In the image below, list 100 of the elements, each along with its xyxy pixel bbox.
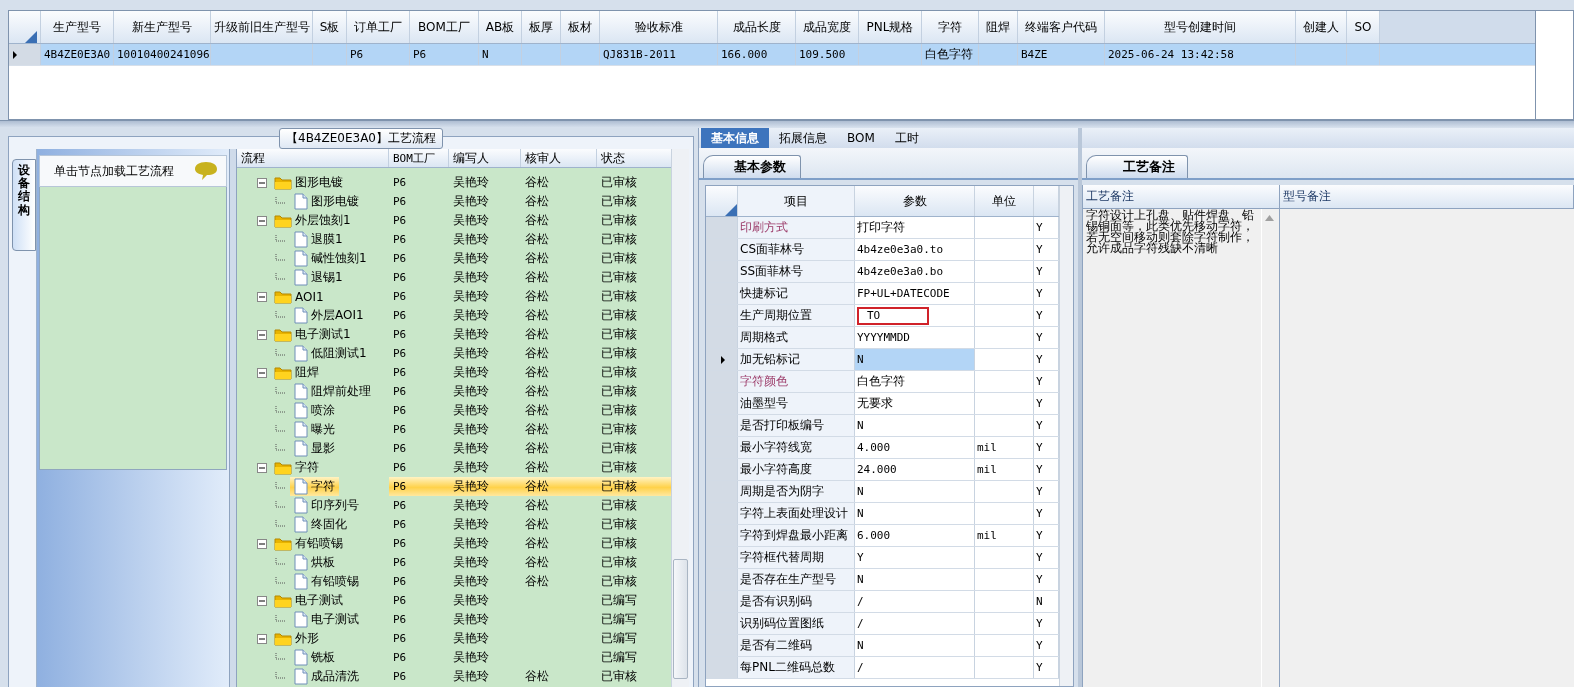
table-cell[interactable]: N [855, 503, 975, 524]
table-row[interactable]: 字符到焊盘最小距离 6.000 mil Y [706, 525, 1059, 547]
column-header[interactable]: PNL规格 [859, 11, 922, 43]
table-cell[interactable]: FP+UL+DATECODE [855, 283, 975, 304]
column-header[interactable]: 编写人 [449, 149, 521, 167]
tree-node[interactable]: 图形电镀 [270, 173, 347, 192]
table-cell[interactable]: 6.000 [855, 525, 975, 546]
tree-node[interactable]: 成品清洗 [290, 667, 363, 686]
column-header[interactable]: 流程 [237, 149, 389, 167]
table-row[interactable]: 加无铅标记 N Y [706, 349, 1059, 371]
tab[interactable]: 工时 [884, 128, 929, 148]
table-cell[interactable]: 4.000 [855, 437, 975, 458]
table-row[interactable]: 油墨型号 无要求 Y [706, 393, 1059, 415]
tree-node[interactable]: 退锡1 [290, 268, 347, 287]
table-row[interactable]: 周期是否为阴字 N Y [706, 481, 1059, 503]
hint-bar[interactable]: 单击节点加载工艺流程 [39, 155, 227, 187]
panel-tab[interactable]: 工艺备注 [1086, 155, 1188, 178]
tree-node[interactable]: 碱性蚀刻1 [290, 249, 371, 268]
tree-node[interactable]: 阻焊 [270, 363, 323, 382]
tree-node[interactable]: 阻焊前处理 [290, 382, 375, 401]
column-header[interactable]: 板材 [561, 11, 600, 43]
tree-node[interactable]: 外形 [270, 629, 323, 648]
collapse-icon[interactable] [257, 595, 267, 606]
splitter-bar[interactable] [229, 149, 237, 687]
scrollbar[interactable] [1059, 186, 1073, 686]
tree-node[interactable]: AOI1 [270, 287, 328, 306]
tree-node[interactable]: 喷涂 [290, 401, 339, 420]
table-row[interactable]: 最小字符高度 24.000 mil Y [706, 459, 1059, 481]
scrollbar[interactable] [671, 149, 689, 687]
splitter-bar[interactable] [0, 120, 1574, 128]
table-row[interactable]: 是否存在生产型号 N Y [706, 569, 1059, 591]
collapse-icon[interactable] [257, 329, 267, 340]
column-header[interactable]: 成品宽度 [796, 11, 859, 43]
column-header[interactable]: 验收标准 [600, 11, 718, 43]
column-header[interactable]: 生产型号 [41, 11, 114, 43]
table-cell[interactable]: N [855, 349, 975, 370]
row-header[interactable] [9, 44, 41, 65]
table-cell[interactable]: N [855, 415, 975, 436]
column-header[interactable]: 新生产型号 [114, 11, 211, 43]
tree-node[interactable]: 铣板 [290, 648, 339, 667]
tab[interactable]: BOM [837, 128, 885, 148]
collapse-icon[interactable] [257, 633, 267, 644]
table-cell[interactable]: 打印字符 [855, 217, 975, 238]
tree-node[interactable]: 电子测试1 [270, 325, 355, 344]
table-row[interactable]: 4B4ZE0E3A0 10010400241096 P6 P6 N QJ831B-2011 166.000 109.500 白色字符 B4ZE 2025-06-24 13:42:58 [9, 44, 1535, 66]
tree-node[interactable]: 退膜1 [290, 230, 347, 249]
table-row[interactable]: 字符上表面处理设计 N Y [706, 503, 1059, 525]
column-header[interactable]: S板 [313, 11, 347, 43]
collapse-icon[interactable] [257, 367, 267, 378]
highlight-box[interactable]: TO [857, 306, 929, 325]
column-header[interactable]: 单位 [975, 186, 1034, 216]
column-header[interactable]: 型号创建时间 [1105, 11, 1296, 43]
tree-node[interactable]: 烘板 [290, 553, 339, 572]
table-row[interactable]: 是否有二维码 N Y [706, 635, 1059, 657]
tree-node[interactable]: 低阻测试1 [290, 344, 371, 363]
column-header[interactable]: 订单工厂 [347, 11, 410, 43]
collapse-icon[interactable] [257, 538, 267, 549]
note-text[interactable]: 字符设计上孔盘、贴件焊盘、铅锡铜面等，此类优先移动字符，若无空间移动则套除字符制作，允许成品字符残缺不清晰 [1083, 209, 1261, 255]
column-header[interactable]: 字符 [922, 11, 979, 43]
side-tab[interactable]: 设备结构 [12, 159, 36, 251]
collapse-icon[interactable] [257, 177, 267, 188]
table-cell[interactable]: 无要求 [855, 393, 975, 414]
tab[interactable]: 基本信息 [701, 128, 769, 148]
table-row[interactable]: SS面菲林号 4b4ze0e3a0.bo Y [706, 261, 1059, 283]
tree-node[interactable]: 有铅喷锡 [270, 534, 347, 553]
column-header[interactable]: 板厚 [522, 11, 561, 43]
tree-node[interactable]: 电子测试 [290, 610, 363, 629]
table-cell[interactable]: 24.000 [855, 459, 975, 480]
table-row[interactable]: 生产周期位置 TO Y [706, 305, 1059, 327]
tree-node[interactable]: 外层蚀刻1 [270, 211, 355, 230]
table-cell[interactable]: 白色字符 [855, 371, 975, 392]
collapse-icon[interactable] [257, 291, 267, 302]
column-header[interactable]: 阻焊 [979, 11, 1018, 43]
table-cell[interactable]: N [855, 569, 975, 590]
column-header[interactable]: 项目 [738, 186, 855, 216]
column-header[interactable]: 升级前旧生产型号 [211, 11, 313, 43]
column-header[interactable]: 核审人 [521, 149, 597, 167]
table-row[interactable]: 快捷标记 FP+UL+DATECODE Y [706, 283, 1059, 305]
table-cell[interactable]: 4b4ze0e3a0.bo [855, 261, 975, 282]
column-header[interactable]: 创建人 [1296, 11, 1347, 43]
collapse-icon[interactable] [257, 215, 267, 226]
table-row[interactable]: 印刷方式 打印字符 Y [706, 217, 1059, 239]
tree-node[interactable]: 印序列号 [290, 496, 363, 515]
table-cell[interactable]: / [855, 657, 975, 678]
tree-node[interactable]: 显影 [290, 439, 339, 458]
table-row[interactable]: 字符颜色 白色字符 Y [706, 371, 1059, 393]
table-cell[interactable]: Y [855, 547, 975, 568]
tree-node[interactable]: 字符 [270, 458, 323, 477]
table-cell[interactable]: 4b4ze0e3a0.to [855, 239, 975, 260]
table-row[interactable]: 周期格式 YYYYMMDD Y [706, 327, 1059, 349]
table-cell[interactable]: YYYYMMDD [855, 327, 975, 348]
table-cell[interactable]: / [855, 613, 975, 634]
column-header[interactable]: 参数 [855, 186, 975, 216]
column-header[interactable]: 终端客户代码 [1018, 11, 1105, 43]
column-header[interactable]: BOM工厂 [389, 149, 449, 167]
table-row[interactable]: 是否打印板编号 N Y [706, 415, 1059, 437]
tree-node[interactable]: 终固化 [290, 515, 351, 534]
table-row[interactable]: 每PNL二维码总数 / Y [706, 657, 1059, 679]
tree-node[interactable]: 有铅喷锡 [290, 572, 363, 591]
panel-tab[interactable]: 基本参数 [703, 155, 801, 178]
